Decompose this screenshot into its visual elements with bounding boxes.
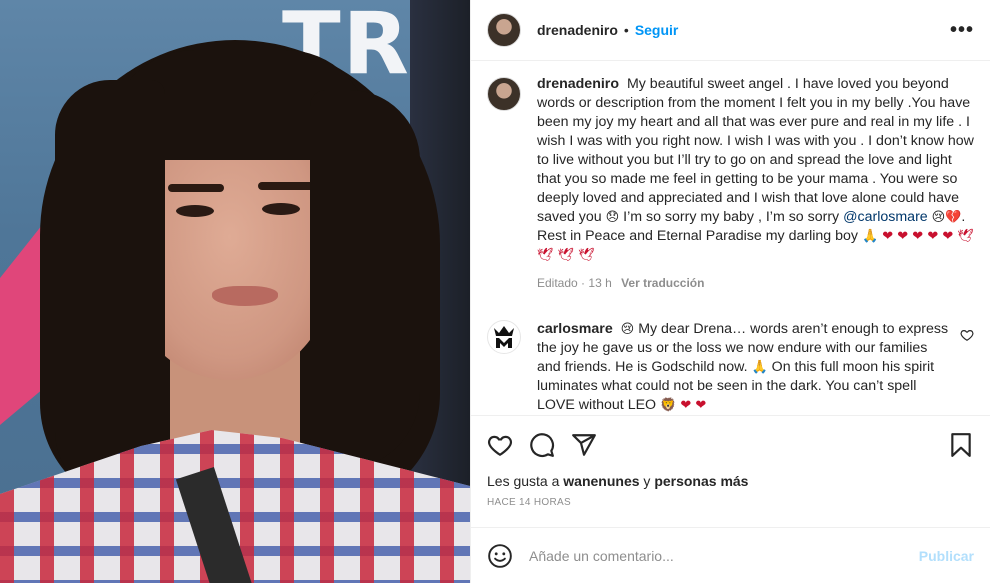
action-bar (471, 415, 990, 473)
caption-time[interactable]: 13 h (588, 276, 611, 290)
caption-avatar[interactable] (487, 77, 521, 111)
others-link[interactable]: personas más (654, 473, 748, 489)
caption-username[interactable]: drenadeniro (537, 76, 619, 92)
crown-avatar[interactable] (487, 320, 521, 354)
liker-username[interactable]: wanenunes (563, 473, 639, 489)
separator-dot: • (623, 22, 629, 38)
edited-label: Editado (537, 276, 578, 290)
more-options-icon[interactable]: ••• (950, 19, 974, 42)
emoji-picker-icon[interactable] (487, 543, 513, 569)
post-header: drenadeniro • Seguir ••• (471, 0, 990, 61)
add-comment-bar: Publicar (471, 527, 990, 583)
comments-area[interactable]: drenadeniro My beautiful sweet angel . I… (471, 61, 990, 415)
heart-icon[interactable] (487, 432, 513, 458)
hair-left (55, 80, 165, 500)
comment-item: carlosmare 😢 My dear Drena… words aren’t… (487, 320, 974, 415)
post-side-panel: drenadeniro • Seguir ••• drenadeniro My … (470, 0, 990, 583)
bookmark-icon[interactable] (948, 432, 974, 458)
left-eye (176, 205, 214, 217)
likes-connector: y (643, 473, 651, 489)
comment-like-heart-icon[interactable] (960, 328, 974, 342)
comment-body: carlosmare 😢 My dear Drena… words aren’t… (537, 320, 950, 415)
lips (212, 286, 278, 306)
post-timestamp[interactable]: HACE 14 HORAS (471, 493, 990, 515)
caption-meta: Editado · 13 h Ver traducción (537, 276, 705, 290)
right-eye (262, 203, 300, 215)
likes-prefix: Les gusta a (487, 473, 560, 489)
follow-button[interactable]: Seguir (635, 22, 679, 38)
likes-summary: Les gusta a wanenunes y personas más (471, 473, 990, 493)
caption-text-2: I’m so sorry my baby , I’m so sorry (623, 209, 840, 225)
sad-face-emoji: 😞 (605, 210, 620, 225)
caption: drenadeniro My beautiful sweet angel . I… (487, 75, 974, 293)
emoji-sequence: 🦁 ❤ ❤ (660, 398, 707, 413)
instagram-post: TR E T V drenadeniro • Seguir ••• (0, 0, 990, 583)
hair-right (310, 90, 420, 470)
right-brow (258, 182, 314, 190)
comment-input[interactable] (529, 547, 911, 564)
caption-body: drenadeniro My beautiful sweet angel . I… (537, 75, 974, 293)
comment-username[interactable]: carlosmare (537, 321, 613, 337)
caption-text-1: My beautiful sweet angel . I have loved … (537, 76, 974, 225)
publish-button[interactable]: Publicar (919, 548, 974, 564)
praying-hands-emoji: 🙏 (751, 360, 768, 375)
crying-face-emoji: 😢 (931, 210, 946, 225)
share-icon[interactable] (571, 432, 597, 458)
comment-icon[interactable] (529, 432, 555, 458)
left-brow (168, 184, 224, 192)
post-photo[interactable]: TR E T V (0, 0, 470, 583)
crying-face-emoji: 😢 (620, 322, 635, 337)
avatar[interactable] (487, 13, 521, 47)
header-username[interactable]: drenadeniro (537, 22, 618, 38)
mention-link[interactable]: @carlosmare (843, 209, 928, 225)
broken-heart-emoji: 💔 (945, 210, 962, 225)
crown-logo-icon (494, 326, 514, 348)
see-translation-link[interactable]: Ver traducción (621, 276, 704, 290)
